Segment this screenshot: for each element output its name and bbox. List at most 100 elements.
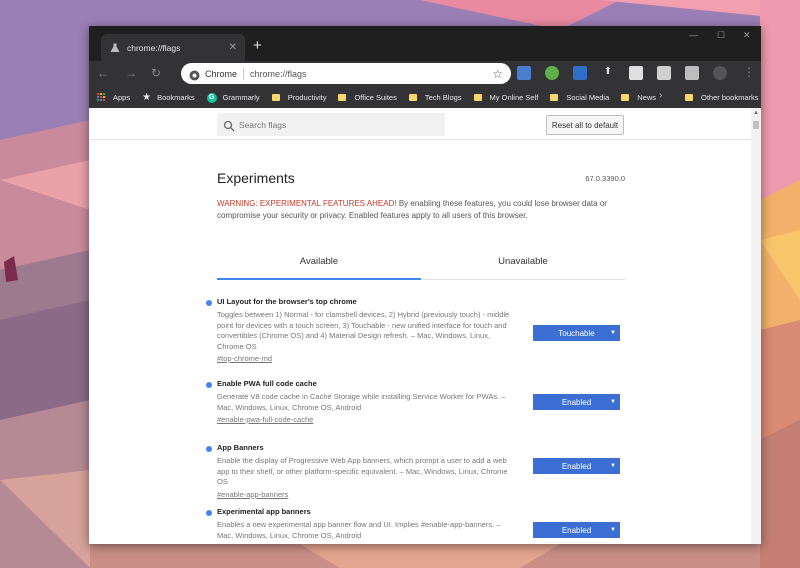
flag-select-value: Enabled — [561, 397, 592, 407]
bookmark-label: Apps — [113, 93, 131, 102]
warning-text: WARNING: EXPERIMENTAL FEATURES AHEAD! By… — [217, 198, 617, 222]
flag-item: Enable PWA full code cache Generate V8 c… — [206, 379, 625, 424]
chrome-logo-icon — [189, 68, 200, 81]
folder-icon — [271, 94, 280, 101]
flag-status-dot — [206, 510, 212, 516]
flag-name: UI Layout for the browser's top chrome — [217, 297, 357, 306]
flag-name: App Banners — [217, 443, 264, 452]
bookmark-label: Office Suites — [354, 93, 397, 102]
bookmark-label: Social Media — [566, 93, 610, 102]
bookmark-tech-blogs[interactable]: Tech Blogs — [408, 93, 462, 102]
title-bar: chrome://flags ✕ + — ☐ ✕ — [89, 26, 761, 61]
flag-name: Enable PWA full code cache — [217, 379, 317, 388]
tab-unavailable[interactable]: Unavailable — [421, 252, 625, 280]
scrollbar-thumb[interactable] — [753, 121, 759, 129]
bookmark-office-suites[interactable]: Office Suites — [338, 93, 397, 102]
flag-link[interactable]: #top-chrome-md — [217, 354, 625, 363]
browser-window: chrome://flags ✕ + — ☐ ✕ ← → ↻ Chrome ch… — [89, 26, 761, 544]
flags-page: Reset all to default ▲ Experiments 67.0.… — [89, 108, 761, 544]
bookmark-apps[interactable]: Apps — [97, 93, 130, 102]
reload-icon[interactable]: ↻ — [151, 66, 161, 80]
tab-title: chrome://flags — [127, 42, 181, 53]
search-box[interactable] — [217, 113, 445, 136]
flag-select-value: Enabled — [561, 525, 592, 535]
chevron-down-icon: ▼ — [610, 399, 616, 405]
chevron-down-icon: ▼ — [610, 463, 616, 469]
bookmark-label: Tech Blogs — [424, 93, 462, 102]
forward-arrow-icon[interactable]: → — [125, 66, 137, 80]
flag-select-value: Touchable — [558, 328, 595, 338]
bookmark-productivity[interactable]: Productivity — [271, 93, 327, 102]
flag-select[interactable]: Enabled ▼ — [533, 458, 620, 474]
bookmark-news[interactable]: News — [621, 93, 656, 102]
bookmark-grammarly[interactable]: G Grammarly — [206, 92, 260, 103]
bookmark-bookmarks[interactable]: ★ Bookmarks — [142, 92, 194, 103]
omnibox-divider — [243, 67, 245, 80]
flask-icon — [109, 42, 121, 54]
menu-kebab-icon[interactable]: ⋮ — [743, 65, 755, 79]
folder-icon — [685, 94, 693, 101]
folder-icon — [408, 94, 417, 101]
address-bar[interactable]: Chrome chrome://flags ☆ — [181, 63, 511, 84]
flag-item: Experimental app banners Enables a new e… — [206, 507, 625, 541]
folder-icon — [473, 94, 482, 101]
chevron-down-icon: ▼ — [610, 330, 616, 336]
reset-all-button[interactable]: Reset all to default — [546, 115, 624, 135]
bookmark-other[interactable]: Other bookmarks — [685, 87, 759, 108]
site-label: Chrome — [205, 68, 238, 79]
flag-select-value: Enabled — [561, 461, 592, 471]
browser-tab[interactable]: chrome://flags ✕ — [101, 34, 245, 61]
page-title: Experiments — [217, 170, 295, 186]
scroll-up-icon[interactable]: ▲ — [753, 110, 759, 116]
flag-description: Enables a new experimental app banner fl… — [217, 520, 501, 540]
bookmark-label: Productivity — [287, 93, 327, 102]
blue-extension-icon[interactable] — [573, 66, 587, 80]
warning-heading: WARNING: EXPERIMENTAL FEATURES AHEAD! — [217, 199, 397, 208]
flag-item: UI Layout for the browser's top chrome T… — [206, 297, 625, 363]
availability-tabs: Available Unavailable — [217, 252, 625, 280]
info-extension-icon[interactable] — [685, 66, 699, 80]
search-icon — [223, 119, 235, 131]
search-flags-input[interactable] — [239, 119, 429, 130]
bookmark-label: My Online Self — [489, 93, 539, 102]
bookmark-my-online-self[interactable]: My Online Self — [473, 93, 539, 102]
bookmark-label: Bookmarks — [157, 93, 195, 102]
url-text[interactable]: chrome://flags — [250, 69, 492, 79]
flag-status-dot — [206, 300, 212, 306]
chevron-right-icon[interactable]: › — [659, 90, 662, 101]
bookmark-social-media[interactable]: Social Media — [550, 93, 609, 102]
page-scrollbar[interactable]: ▲ — [751, 108, 761, 544]
flag-select[interactable]: Enabled ▼ — [533, 394, 620, 410]
calendar-extension-icon[interactable] — [629, 66, 643, 80]
close-tab-icon[interactable]: ✕ — [229, 42, 237, 53]
tab-available[interactable]: Available — [217, 252, 421, 280]
bookmark-label: News — [637, 93, 657, 102]
bookmark-label: Grammarly — [222, 93, 260, 102]
flag-description: Toggles between 1) Normal - for clamshel… — [217, 310, 510, 351]
back-arrow-icon[interactable]: ← — [97, 66, 109, 80]
bookmarks-bar: Apps ★ Bookmarks G Grammarly Productivit… — [89, 87, 761, 108]
bookmark-star-icon[interactable]: ☆ — [492, 67, 503, 81]
grammarly-icon: G — [206, 92, 217, 103]
profile-avatar-icon[interactable] — [713, 66, 727, 80]
flag-select[interactable]: Enabled ▼ — [533, 522, 620, 538]
star-icon: ★ — [142, 92, 152, 103]
version-number: 67.0.3390.0 — [585, 174, 625, 183]
screenshot-extension-icon[interactable] — [657, 66, 671, 80]
pin-extension-icon[interactable]: ⬆ — [601, 66, 615, 80]
flag-select[interactable]: Touchable ▼ — [533, 325, 620, 341]
apps-grid-icon — [97, 93, 106, 102]
flag-description: Enable the display of Progressive Web Ap… — [217, 456, 508, 486]
chevron-down-icon: ▼ — [610, 527, 616, 533]
flag-description: Generate V8 code cache in Cache Storage … — [217, 392, 506, 412]
minimize-icon[interactable]: — — [689, 30, 698, 40]
close-window-icon[interactable]: ✕ — [743, 30, 751, 41]
flag-link[interactable]: #enable-app-banners — [217, 490, 625, 499]
flag-link[interactable]: #enable-pwa-full-code-cache — [217, 415, 625, 424]
translate-extension-icon[interactable] — [517, 66, 531, 80]
toolbar: ← → ↻ Chrome chrome://flags ☆ ⬆ ⋮ — [89, 61, 761, 87]
green-extension-icon[interactable] — [545, 66, 559, 80]
new-tab-icon[interactable]: + — [253, 38, 262, 53]
maximize-icon[interactable]: ☐ — [717, 30, 725, 41]
search-header: Reset all to default — [89, 108, 751, 140]
